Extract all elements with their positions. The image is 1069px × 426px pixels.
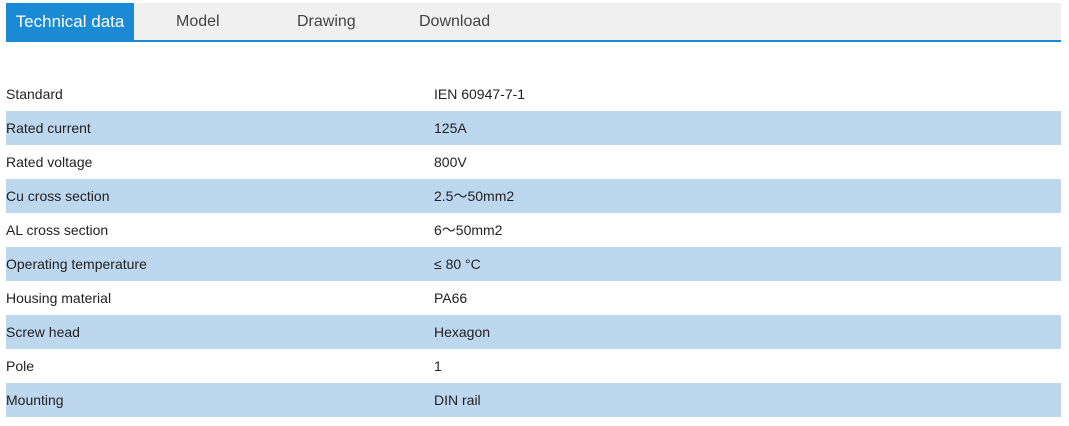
table-row: Mounting DIN rail — [6, 383, 1061, 417]
table-row: Housing material PA66 — [6, 281, 1061, 315]
spec-value: Hexagon — [434, 324, 491, 340]
spec-label: Rated voltage — [6, 154, 93, 170]
spec-label: Rated current — [6, 120, 91, 136]
spec-label: AL cross section — [6, 222, 109, 238]
spec-label: Screw head — [6, 324, 80, 340]
table-row: Operating temperature ≤ 80 °C — [6, 247, 1061, 281]
spec-label: Mounting — [6, 392, 64, 408]
table-row: AL cross section 6～50mm2 — [6, 213, 1061, 247]
spec-value: 2.5～50mm2 — [434, 188, 515, 204]
spec-value: PA66 — [434, 290, 468, 306]
spec-label: Operating temperature — [6, 256, 147, 272]
table-row: Pole 1 — [6, 349, 1061, 383]
product-detail-page: Technical data Model Drawing Download St… — [0, 0, 1069, 426]
spec-value: 1 — [434, 358, 442, 374]
tab-drawing[interactable]: Drawing — [297, 3, 356, 40]
spec-value: 6～50mm2 — [434, 222, 503, 238]
spec-value: 800V — [434, 154, 467, 170]
technical-data-table: Standard IEN 60947-7-1 Rated current 125… — [6, 77, 1061, 417]
tab-model[interactable]: Model — [176, 3, 220, 40]
spec-value: ≤ 80 °C — [434, 256, 481, 272]
table-row: Standard IEN 60947-7-1 — [6, 77, 1061, 111]
table-row: Cu cross section 2.5～50mm2 — [6, 179, 1061, 213]
table-row: Rated current 125A — [6, 111, 1061, 145]
table-row: Rated voltage 800V — [6, 145, 1061, 179]
table-row: Screw head Hexagon — [6, 315, 1061, 349]
spec-label: Standard — [6, 86, 63, 102]
spec-value: 125A — [434, 120, 467, 136]
spec-label: Housing material — [6, 290, 112, 306]
tab-download[interactable]: Download — [419, 3, 490, 40]
spec-label: Pole — [6, 358, 35, 374]
spec-value: IEN 60947-7-1 — [434, 86, 526, 102]
tab-technical-data[interactable]: Technical data — [6, 3, 134, 42]
spec-label: Cu cross section — [6, 188, 110, 204]
tab-bar: Technical data Model Drawing Download — [6, 3, 1061, 42]
spec-value: DIN rail — [434, 392, 481, 408]
